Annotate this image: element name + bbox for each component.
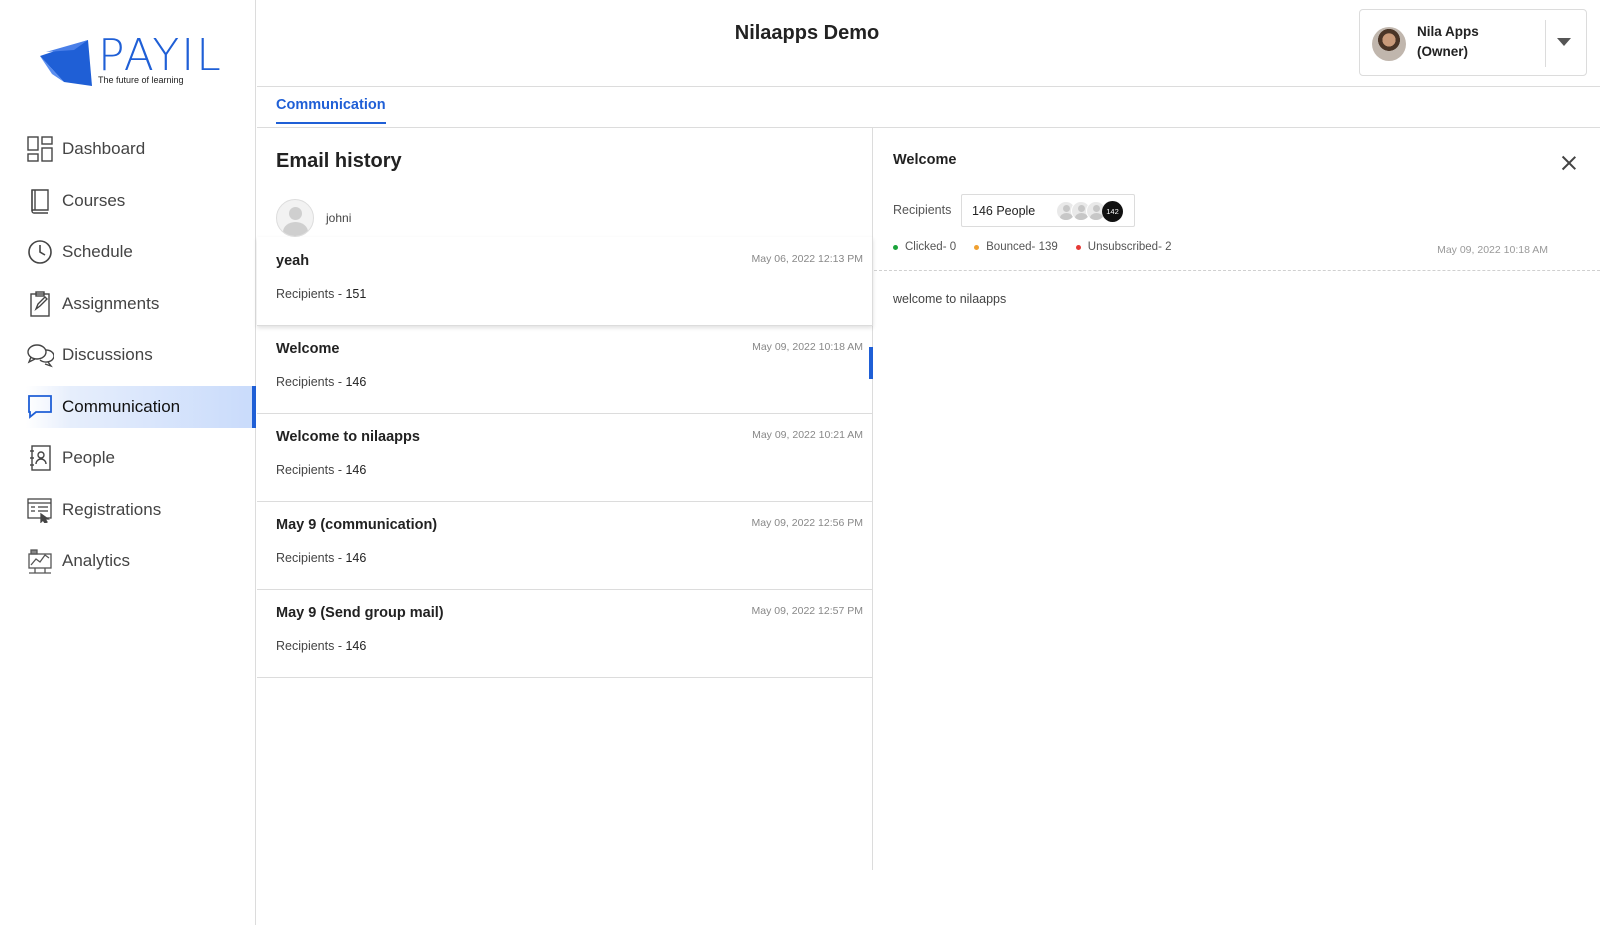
avatar	[1372, 27, 1406, 61]
user-role: (Owner)	[1417, 44, 1469, 59]
status-dot-icon	[974, 244, 980, 250]
sidebar-nav: Dashboard Courses Schedule Assignments D…	[0, 128, 256, 592]
sidebar: PAYIL The future of learning Dashboard C…	[0, 0, 256, 925]
close-icon[interactable]	[1562, 156, 1576, 170]
sender-name: johni	[326, 211, 352, 225]
email-history-title: Email history	[276, 150, 402, 172]
email-date: May 09, 2022 12:56 PM	[751, 517, 864, 529]
email-subject: Welcome to nilaapps	[276, 429, 420, 445]
email-subject: yeah	[276, 253, 310, 269]
payil-logo[interactable]: PAYIL The future of learning	[38, 28, 221, 92]
email-recipients: Recipients - 151	[276, 287, 367, 301]
recipients-count: 146 People	[972, 204, 1036, 218]
sidebar-item-label: Assignments	[62, 293, 160, 313]
email-detail-title: Welcome	[893, 152, 957, 168]
email-list-item[interactable]: yeah May 06, 2022 12:13 PM Recipients - …	[257, 237, 873, 326]
sidebar-item-registrations[interactable]: Registrations	[0, 489, 256, 531]
email-list-item[interactable]: May 9 (communication) May 09, 2022 12:56…	[257, 501, 873, 590]
email-stats: Clicked- 0 Bounced- 139 Unsubscribed- 2	[893, 241, 1190, 253]
stat-clicked: Clicked- 0	[893, 241, 956, 253]
sidebar-item-label: Schedule	[62, 242, 133, 261]
email-list-item[interactable]: Welcome to nilaapps May 09, 2022 10:21 A…	[257, 413, 873, 502]
page-title: Nilaapps Demo	[734, 22, 880, 44]
email-detail-date: May 09, 2022 10:18 AM	[1437, 244, 1548, 256]
book-icon	[26, 187, 54, 215]
clock-icon	[26, 238, 54, 266]
sidebar-item-label: Registrations	[62, 499, 162, 519]
sidebar-item-label: People	[62, 448, 115, 467]
email-date: May 06, 2022 12:13 PM	[751, 253, 864, 265]
sidebar-item-label: Communication	[62, 396, 181, 416]
email-detail-panel: Welcome Recipients 146 People 142 Clicke…	[874, 128, 1600, 870]
chevron-down-icon[interactable]	[1557, 38, 1571, 46]
registration-form-icon	[26, 496, 54, 524]
sidebar-item-label: Discussions	[62, 345, 153, 364]
top-header: Nilaapps Demo Nila Apps (Owner)	[257, 0, 1600, 87]
recipients-selector[interactable]: 146 People 142	[961, 194, 1135, 227]
sidebar-item-communication[interactable]: Communication	[26, 385, 256, 428]
stat-bounced: Bounced- 139	[974, 241, 1058, 253]
status-dot-icon	[893, 244, 898, 250]
email-date: May 09, 2022 10:18 AM	[752, 341, 863, 353]
dashboard-icon	[26, 135, 54, 163]
email-list-item-selected[interactable]: Welcome May 09, 2022 10:18 AM Recipients…	[257, 325, 873, 414]
tab-communication[interactable]: Communication	[276, 97, 386, 124]
sidebar-item-schedule[interactable]: Schedule	[0, 231, 256, 273]
clipboard-icon	[26, 290, 54, 318]
message-icon	[26, 393, 54, 421]
logo-wordmark: PAYIL	[98, 30, 223, 81]
contact-book-icon	[26, 444, 54, 472]
sidebar-item-people[interactable]: People	[0, 437, 256, 479]
selection-indicator	[869, 347, 873, 379]
email-recipients: Recipients - 146	[276, 551, 367, 565]
sidebar-item-analytics[interactable]: Analytics	[0, 540, 256, 582]
user-avatar-icon	[276, 199, 314, 237]
divider	[874, 270, 1600, 271]
sidebar-item-dashboard[interactable]: Dashboard	[0, 128, 256, 170]
sidebar-item-label: Analytics	[62, 551, 131, 570]
email-subject: Welcome	[276, 341, 340, 357]
email-date: May 09, 2022 10:21 AM	[752, 429, 863, 441]
stat-unsubscribed: Unsubscribed- 2	[1075, 241, 1172, 253]
sidebar-item-courses[interactable]: Courses	[0, 180, 256, 222]
sender-filter[interactable]: johni	[276, 199, 351, 237]
email-list-item[interactable]: May 9 (Send group mail) May 09, 2022 12:…	[257, 589, 873, 678]
email-subject: May 9 (Send group mail)	[276, 605, 444, 621]
logo-tagline: The future of learning	[98, 75, 184, 85]
divider	[1545, 20, 1546, 67]
chat-bubbles-icon	[26, 341, 54, 369]
sidebar-item-assignments[interactable]: Assignments	[0, 283, 256, 325]
sidebar-item-label: Courses	[62, 190, 126, 210]
user-name: Nila Apps	[1417, 24, 1479, 39]
more-recipients-badge: 142	[1102, 201, 1123, 222]
email-recipients: Recipients - 146	[276, 463, 367, 477]
email-recipients: Recipients - 146	[276, 639, 367, 653]
tab-bar: Communication	[257, 87, 1600, 128]
email-history-panel: Email history johni yeah May 06, 2022 12…	[257, 128, 873, 870]
email-date: May 09, 2022 12:57 PM	[751, 605, 864, 617]
analytics-icon	[26, 547, 54, 575]
email-body: welcome to nilaapps	[893, 292, 1007, 306]
email-subject: May 9 (communication)	[276, 517, 438, 533]
status-dot-icon	[1075, 244, 1081, 250]
sidebar-item-label: Dashboard	[62, 139, 146, 158]
email-recipients: Recipients - 146	[276, 375, 367, 389]
user-menu[interactable]: Nila Apps (Owner)	[1359, 9, 1587, 76]
logo-mark-icon	[40, 40, 92, 86]
sidebar-item-discussions[interactable]: Discussions	[0, 334, 256, 376]
recipients-label: Recipients	[893, 203, 952, 217]
